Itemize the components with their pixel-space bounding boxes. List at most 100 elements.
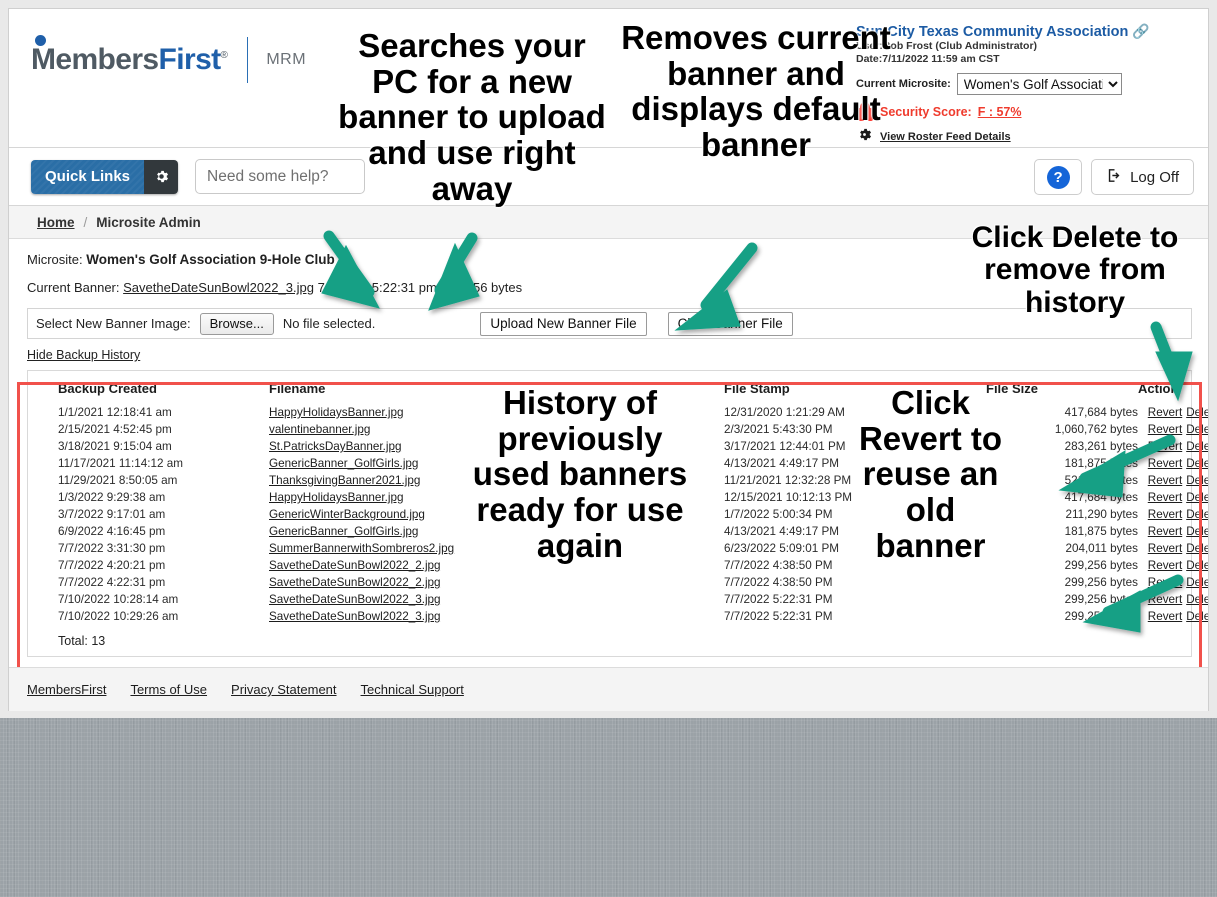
filename-link[interactable]: valentinebanner.jpg <box>269 423 370 436</box>
logo-members-text: Members <box>31 43 159 76</box>
cell-action: Revert Delete <box>1138 574 1208 591</box>
filename-link[interactable]: GenericWinterBackground.jpg <box>269 508 425 521</box>
cell-file-size: 299,256 bytes <box>1064 610 1138 623</box>
delete-link[interactable]: Delete <box>1186 610 1208 623</box>
breadcrumb-current: Microsite Admin <box>96 214 201 230</box>
filename-link[interactable]: HappyHolidaysBanner.jpg <box>269 406 404 419</box>
cell-backup-created: 11/29/2021 8:50:05 am <box>58 474 178 487</box>
cell-filename: SavetheDateSunBowl2022_3.jpg <box>269 591 724 608</box>
footer-link-privacy-statement[interactable]: Privacy Statement <box>231 682 337 697</box>
footer-link-membersfirst[interactable]: MembersFirst <box>27 682 106 697</box>
footer-link-technical-support[interactable]: Technical Support <box>361 682 464 697</box>
filename-link[interactable]: GenericBanner_GolfGirls.jpg <box>269 525 418 538</box>
delete-link[interactable]: Delete <box>1186 491 1208 504</box>
annotation-browse: Searches your PC for a new banner to upl… <box>338 27 606 207</box>
filename-link[interactable]: St.PatricksDayBanner.jpg <box>269 440 402 453</box>
cell-action: Revert Delete <box>1138 438 1208 455</box>
cell-backup-created: 6/9/2022 4:16:45 pm <box>58 525 166 538</box>
cell-filename: SavetheDateSunBowl2022_3.jpg <box>269 608 724 625</box>
revert-link[interactable]: Revert <box>1148 406 1182 419</box>
annotation-revert: Click Revert to reuse an old banner <box>858 384 1003 564</box>
cell-backup-created: 7/10/2022 10:28:14 am <box>58 593 179 606</box>
cell-backup-created: 7/7/2022 4:22:31 pm <box>58 576 166 589</box>
revert-link[interactable]: Revert <box>1148 542 1182 555</box>
delete-link[interactable]: Delete <box>1186 525 1208 538</box>
revert-link[interactable]: Revert <box>1148 610 1182 623</box>
filename-link[interactable]: ThanksgivingBanner2021.jpg <box>269 474 420 487</box>
breadcrumb-home-link[interactable]: Home <box>37 215 75 230</box>
logo-dot-icon <box>35 35 46 46</box>
quick-links-label: Quick Links <box>31 159 145 194</box>
delete-link[interactable]: Delete <box>1186 559 1208 572</box>
cell-action: Revert Delete <box>1138 523 1208 540</box>
delete-link[interactable]: Delete <box>1186 508 1208 521</box>
revert-link[interactable]: Revert <box>1148 423 1182 436</box>
column-header-backup-created: Backup Created <box>58 381 157 396</box>
delete-link[interactable]: Delete <box>1186 440 1208 453</box>
filename-link[interactable]: SavetheDateSunBowl2022_3.jpg <box>269 610 441 623</box>
cell-backup-created: 1/1/2021 12:18:41 am <box>58 406 172 419</box>
roster-feed-row: View Roster Feed Details <box>856 126 1196 148</box>
link-icon[interactable]: 🔗 <box>1132 23 1149 39</box>
user-line: User:Bob Frost (Club Administrator) <box>856 40 1038 52</box>
breadcrumb-separator: / <box>83 214 88 230</box>
cell-file-stamp: 7/7/2022 4:38:50 PM <box>724 576 833 589</box>
delete-link[interactable]: Delete <box>1186 542 1208 555</box>
filename-link[interactable]: SavetheDateSunBowl2022_2.jpg <box>269 559 441 572</box>
revert-link[interactable]: Revert <box>1148 474 1182 487</box>
filename-link[interactable]: SavetheDateSunBowl2022_2.jpg <box>269 576 441 589</box>
cell-backup-created: 7/10/2022 10:29:26 am <box>58 610 179 623</box>
filename-link[interactable]: GenericBanner_GolfGirls.jpg <box>269 457 418 470</box>
hide-backup-history-link[interactable]: Hide Backup History <box>27 348 140 362</box>
delete-link[interactable]: Delete <box>1186 593 1208 606</box>
select-banner-label: Select New Banner Image: <box>36 316 191 331</box>
current-microsite-select[interactable]: Women's Golf Associatio <box>956 73 1122 96</box>
delete-link[interactable]: Delete <box>1186 576 1208 589</box>
cell-backup-created: 3/7/2022 9:17:01 am <box>58 508 166 521</box>
question-mark-icon: ? <box>1046 165 1070 189</box>
cell-action: Revert Delete <box>1138 489 1208 506</box>
filename-link[interactable]: SummerBannerwithSombreros2.jpg <box>269 542 454 555</box>
membersfirst-logo[interactable]: MembersFirst® MRM <box>31 35 306 83</box>
annotation-clear-banner: Removes current banner and displays defa… <box>621 19 891 163</box>
delete-link[interactable]: Delete <box>1186 474 1208 487</box>
footer-link-terms-of-use[interactable]: Terms of Use <box>130 682 207 697</box>
cell-action: Revert Delete <box>1138 421 1208 438</box>
no-file-selected-text: No file selected. <box>282 316 376 331</box>
delete-link[interactable]: Delete <box>1186 423 1208 436</box>
revert-link[interactable]: Revert <box>1148 491 1182 504</box>
column-header-action: Action <box>1138 381 1179 396</box>
quick-links-button[interactable]: Quick Links <box>31 159 179 194</box>
current-banner-file-link[interactable]: SavetheDateSunBowl2022_3.jpg <box>123 280 314 295</box>
cell-file-size: 299,256 bytes <box>1064 593 1138 606</box>
upload-new-banner-button[interactable]: Upload New Banner File <box>480 311 647 336</box>
delete-link[interactable]: Delete <box>1186 406 1208 419</box>
microsite-title-label: Microsite: <box>27 252 83 267</box>
current-banner-stamp: 7/7/2022 5:22:31 pm <box>317 280 437 295</box>
cell-file-size: 299,256 bytes <box>1064 576 1138 589</box>
revert-link[interactable]: Revert <box>1148 440 1182 453</box>
delete-link[interactable]: Delete <box>1186 457 1208 470</box>
filename-link[interactable]: SavetheDateSunBowl2022_3.jpg <box>269 593 441 606</box>
quick-links-gear-icon[interactable] <box>144 159 179 194</box>
log-off-button[interactable]: Log Off <box>1091 159 1194 195</box>
revert-link[interactable]: Revert <box>1148 525 1182 538</box>
table-row: 7/10/2022 10:29:26 am SavetheDateSunBowl2… <box>34 608 1208 625</box>
revert-link[interactable]: Revert <box>1148 559 1182 572</box>
current-microsite-row: Current Microsite: Women's Golf Associat… <box>856 73 1196 96</box>
revert-link[interactable]: Revert <box>1148 508 1182 521</box>
clear-banner-file-button[interactable]: Clear Banner File <box>667 311 793 336</box>
revert-link[interactable]: Revert <box>1148 593 1182 606</box>
logo-wordmark: MembersFirst® <box>31 35 228 76</box>
help-button[interactable]: ? <box>1034 159 1083 195</box>
toolbar-right-group: ? Log Off <box>1034 159 1194 195</box>
logo-first-text: First <box>158 43 222 76</box>
revert-link[interactable]: Revert <box>1148 576 1182 589</box>
current-banner-size: 299,256 bytes <box>440 280 523 295</box>
security-score-value[interactable]: F : 57% <box>978 105 1022 119</box>
filename-link[interactable]: HappyHolidaysBanner.jpg <box>269 491 404 504</box>
revert-link[interactable]: Revert <box>1148 457 1182 470</box>
logo-registered-mark: ® <box>220 50 228 61</box>
log-off-label: Log Off <box>1130 168 1179 186</box>
browse-button[interactable]: Browse... <box>199 312 274 335</box>
